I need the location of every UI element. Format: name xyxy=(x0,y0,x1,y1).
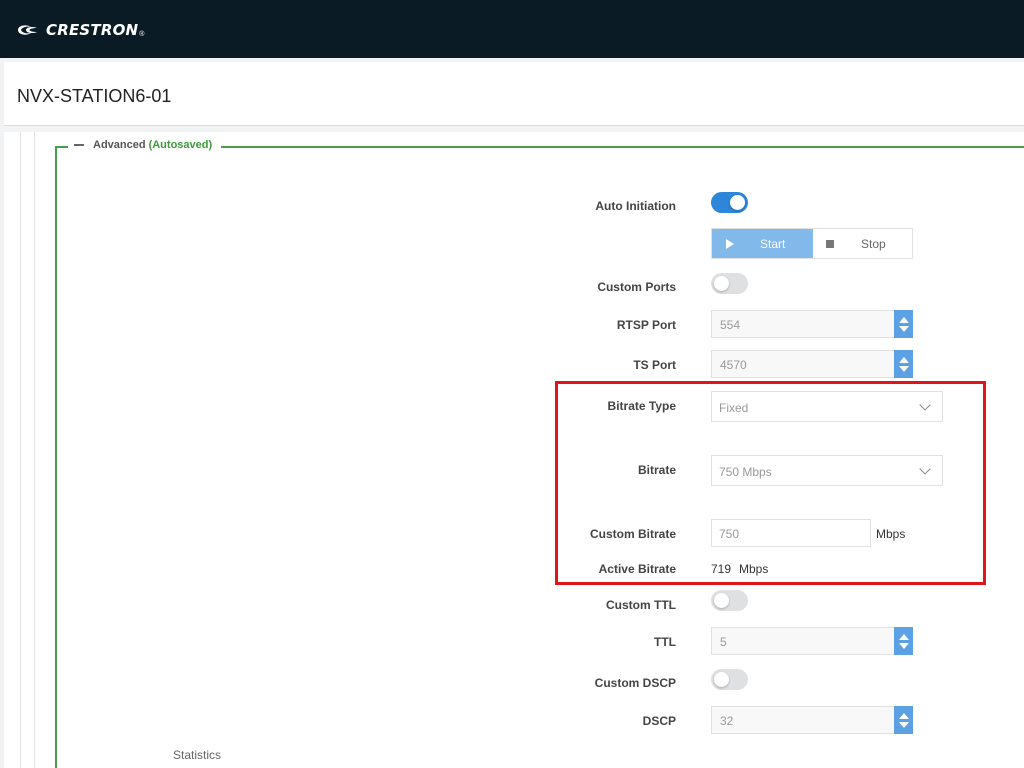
rtsp-port-input[interactable]: 554 xyxy=(711,310,913,338)
collapse-icon[interactable] xyxy=(74,144,84,146)
crestron-logo[interactable]: CRESTRON ® xyxy=(14,19,144,41)
stop-icon xyxy=(826,239,834,248)
rtsp-port-label: RTSP Port xyxy=(616,318,676,332)
dscp-stepper[interactable] xyxy=(894,706,913,734)
statistics-section-header[interactable]: Statistics xyxy=(173,748,221,762)
device-header: NVX-STATION6-01 xyxy=(4,62,1024,126)
rtsp-port-value: 554 xyxy=(720,318,741,332)
ts-port-stepper[interactable] xyxy=(894,350,913,378)
increment-icon[interactable] xyxy=(898,712,909,719)
ttl-stepper[interactable] xyxy=(894,627,913,655)
custom-dscp-label: Custom DSCP xyxy=(594,676,676,690)
ttl-input[interactable]: 5 xyxy=(711,627,913,655)
toggle-knob xyxy=(714,276,729,291)
increment-icon[interactable] xyxy=(898,356,909,363)
indent-divider xyxy=(20,132,21,768)
ts-port-label: TS Port xyxy=(633,358,676,372)
custom-ports-toggle[interactable] xyxy=(711,273,748,294)
increment-icon[interactable] xyxy=(898,633,909,640)
autosaved-status: (Autosaved) xyxy=(148,139,213,151)
stop-label: Stop xyxy=(861,236,886,251)
toggle-knob xyxy=(730,195,745,210)
toggle-knob xyxy=(714,593,729,608)
stop-button[interactable]: Stop xyxy=(813,229,912,258)
dscp-input[interactable]: 32 xyxy=(711,706,913,734)
brand-registered-mark: ® xyxy=(139,30,145,38)
crestron-swirl-icon xyxy=(18,25,37,35)
rtsp-port-stepper[interactable] xyxy=(894,310,913,338)
dscp-label: DSCP xyxy=(642,714,676,728)
start-label: Start xyxy=(760,236,786,251)
start-stop-control: Start Stop xyxy=(711,228,913,259)
play-icon xyxy=(726,238,734,249)
indent-divider xyxy=(34,132,35,768)
increment-icon[interactable] xyxy=(898,316,909,323)
custom-ports-label: Custom Ports xyxy=(597,280,676,294)
custom-ttl-toggle[interactable] xyxy=(711,590,748,611)
top-navbar: CRESTRON ® xyxy=(0,0,1024,58)
advanced-section-header[interactable]: Advanced (Autosaved) xyxy=(68,139,222,151)
custom-ttl-label: Custom TTL xyxy=(606,598,676,612)
device-name: NVX-STATION6-01 xyxy=(17,86,172,106)
ttl-label: TTL xyxy=(654,635,676,649)
ttl-value: 5 xyxy=(720,635,727,649)
dscp-value: 32 xyxy=(720,714,734,728)
ts-port-value: 4570 xyxy=(720,358,747,372)
toggle-knob xyxy=(714,672,729,687)
decrement-icon[interactable] xyxy=(898,365,909,372)
brand-name: CRESTRON xyxy=(46,21,139,39)
ts-port-input[interactable]: 4570 xyxy=(711,350,913,378)
start-button[interactable]: Start xyxy=(712,229,813,258)
advanced-title: Advanced xyxy=(93,139,146,151)
auto-initiation-toggle[interactable] xyxy=(711,192,748,213)
bitrate-highlight-box xyxy=(555,381,986,585)
decrement-icon[interactable] xyxy=(898,642,909,649)
decrement-icon[interactable] xyxy=(898,325,909,332)
auto-initiation-label: Auto Initiation xyxy=(595,199,676,213)
decrement-icon[interactable] xyxy=(898,721,909,728)
custom-dscp-toggle[interactable] xyxy=(711,669,748,690)
